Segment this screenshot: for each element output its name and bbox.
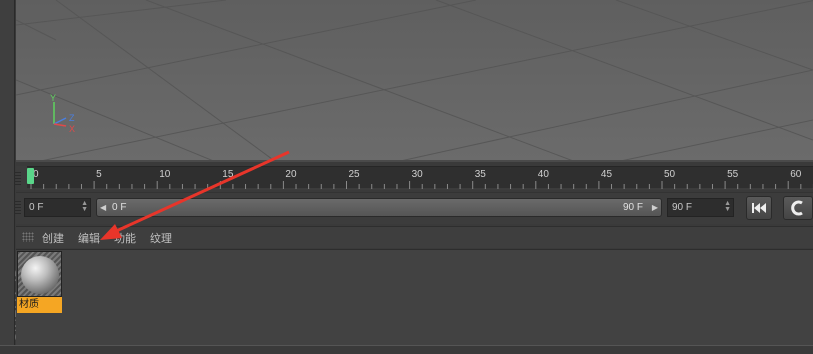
tick-label: 55 bbox=[727, 169, 739, 180]
cinema4d-logo: CINEMA 4D bbox=[0, 262, 27, 344]
tick-label: 20 bbox=[285, 169, 297, 180]
menubar-grip[interactable] bbox=[22, 232, 34, 242]
go-to-start-icon bbox=[752, 203, 766, 213]
range-left-arrow-icon[interactable]: ◀ bbox=[100, 199, 106, 216]
record-button[interactable] bbox=[783, 196, 813, 220]
record-icon bbox=[791, 200, 803, 216]
start-frame-value: 0 F bbox=[29, 202, 44, 213]
axis-y-label: Y bbox=[50, 93, 56, 103]
end-frame-spinner-icon[interactable]: ▲ ▼ bbox=[724, 200, 731, 213]
tick-label: 30 bbox=[411, 169, 423, 180]
end-frame-value: 90 F bbox=[672, 202, 693, 213]
start-frame-field[interactable]: 0 F ▲ ▼ bbox=[24, 198, 91, 217]
axis-x-label: X bbox=[69, 124, 75, 134]
tick-label: 15 bbox=[222, 169, 234, 180]
range-right-arrow-icon[interactable]: ▶ bbox=[652, 199, 658, 216]
menu-edit[interactable]: 编辑 bbox=[78, 230, 100, 246]
ruler-drag-grip[interactable] bbox=[14, 172, 21, 186]
menu-function[interactable]: 功能 bbox=[114, 230, 136, 246]
frame-range-slider[interactable]: ◀ 0 F 90 F ▶ bbox=[96, 198, 662, 217]
menu-texture[interactable]: 纹理 bbox=[150, 230, 172, 246]
go-to-start-button[interactable] bbox=[746, 196, 772, 220]
3d-viewport[interactable]: Y Z X bbox=[16, 0, 813, 162]
axis-z-label: Z bbox=[69, 113, 75, 123]
tick-label: 5 bbox=[96, 169, 102, 180]
material-list[interactable] bbox=[16, 249, 813, 345]
tick-label: 40 bbox=[537, 169, 549, 180]
range-end-value: 90 F bbox=[622, 202, 643, 213]
tick-label: 25 bbox=[348, 169, 360, 180]
range-start-value: 0 F bbox=[112, 202, 127, 213]
bottom-status-bar bbox=[0, 345, 813, 354]
material-name: 材质 bbox=[17, 297, 62, 313]
tick-label: 45 bbox=[600, 169, 613, 180]
tick-label: 50 bbox=[664, 169, 676, 180]
axis-gizmo: Y Z X bbox=[44, 92, 104, 142]
material-item[interactable]: 材质 bbox=[17, 251, 62, 313]
tick-label: 10 bbox=[159, 169, 171, 180]
tick-label: 35 bbox=[474, 169, 486, 180]
timeline-playhead[interactable] bbox=[27, 168, 34, 184]
material-sphere-preview bbox=[21, 256, 59, 294]
tick-label: 60 bbox=[790, 169, 802, 180]
transport-drag-grip[interactable] bbox=[14, 201, 21, 215]
end-frame-field[interactable]: 90 F ▲ ▼ bbox=[667, 198, 734, 217]
viewport-grid bbox=[16, 0, 813, 160]
menu-create[interactable]: 创建 bbox=[42, 230, 64, 246]
start-frame-spinner-icon[interactable]: ▲ ▼ bbox=[81, 200, 88, 213]
material-thumbnail bbox=[17, 251, 62, 297]
